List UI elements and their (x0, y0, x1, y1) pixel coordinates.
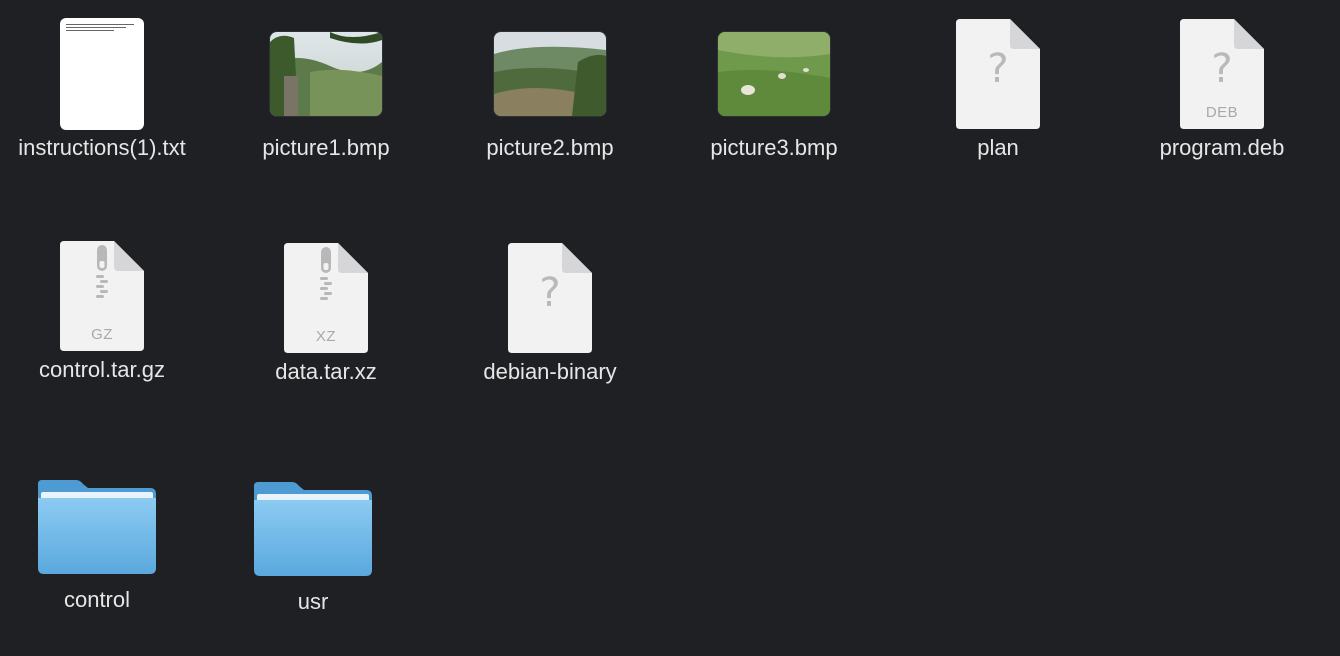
file-picture3-bmp[interactable]: picture3.bmp (662, 14, 886, 162)
text-file-icon (0, 14, 214, 134)
finder-icon-grid: instructions(1).txt picture1.bmp picture… (0, 0, 1340, 656)
file-name-label: debian-binary (483, 359, 617, 384)
question-mark-glyph: ? (987, 46, 1009, 92)
file-debian-binary[interactable]: ? debian-binary (438, 238, 662, 386)
folder-name-label: usr (297, 589, 329, 614)
file-program-deb[interactable]: ? DEB program.deb (1110, 14, 1334, 162)
file-name-label: data.tar.xz (275, 359, 377, 384)
file-name-label: picture3.bmp (710, 135, 838, 160)
file-name-label: picture2.bmp (486, 135, 614, 160)
file-type-badge: GZ (91, 326, 113, 343)
archive-document-icon: GZ (0, 236, 214, 356)
file-type-badge: DEB (1205, 104, 1239, 121)
file-name-label: plan (977, 135, 1019, 160)
generic-document-icon: ? (438, 238, 662, 358)
folder-name-label: control (63, 587, 131, 612)
archive-document-icon: XZ (214, 238, 438, 358)
file-control-tar-gz[interactable]: GZ control.tar.gz (0, 236, 214, 384)
zipper-icon (320, 247, 332, 300)
folder-usr[interactable]: usr (201, 468, 425, 616)
image-thumbnail-icon (214, 14, 438, 134)
file-data-tar-xz[interactable]: XZ data.tar.xz (214, 238, 438, 386)
folder-icon (201, 468, 425, 588)
file-name-label: picture1.bmp (262, 135, 390, 160)
file-picture2-bmp[interactable]: picture2.bmp (438, 14, 662, 162)
image-thumbnail-icon (438, 14, 662, 134)
folder-icon (0, 466, 209, 586)
file-instructions-txt[interactable]: instructions(1).txt (0, 14, 214, 162)
file-plan[interactable]: ? plan (886, 14, 1110, 162)
question-mark-glyph: ? (539, 270, 561, 316)
file-name-label: program.deb (1159, 135, 1285, 160)
file-name-label: instructions(1).txt (18, 135, 186, 160)
file-type-badge: XZ (315, 328, 337, 345)
file-picture1-bmp[interactable]: picture1.bmp (214, 14, 438, 162)
question-mark-glyph: ? (1211, 46, 1233, 92)
generic-document-icon: ? (886, 14, 1110, 134)
deb-package-icon: ? DEB (1110, 14, 1334, 134)
folder-control[interactable]: control (0, 466, 209, 614)
image-thumbnail-icon (662, 14, 886, 134)
zipper-icon (96, 245, 108, 298)
file-name-label: control.tar.gz (39, 357, 165, 382)
